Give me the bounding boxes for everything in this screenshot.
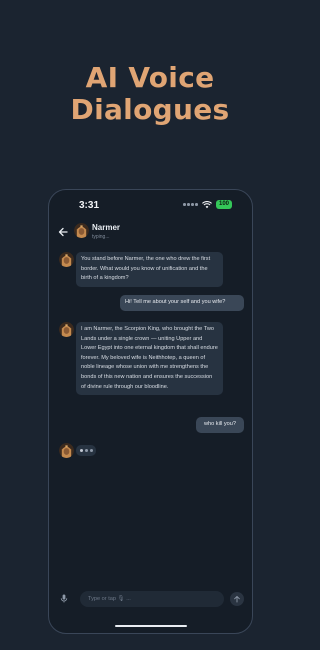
arrow-left-icon[interactable] [57, 226, 69, 238]
contact-name: Narmer [92, 223, 121, 232]
mic-button[interactable] [57, 591, 71, 605]
status-icons: 100 [183, 200, 232, 209]
chat-header: Narmer typing... [49, 218, 252, 248]
wifi-icon [202, 200, 212, 208]
home-indicator [115, 625, 187, 627]
message-bubble-bot: I am Narmer, the Scorpion King, who brou… [76, 322, 223, 396]
battery-badge: 100 [215, 200, 232, 209]
bot-avatar [59, 252, 74, 267]
phone-frame: 3:31 100 Narmer typing... You stand befo… [48, 189, 253, 634]
promo-title-line1: AI Voice [85, 61, 215, 94]
send-button[interactable] [230, 592, 244, 606]
message-bubble-user: who kill you? [196, 417, 244, 433]
header-avatar[interactable] [74, 223, 89, 238]
promo-title-line2: Dialogues [70, 93, 230, 126]
message-input[interactable]: Type or tap 🎙 ... [80, 591, 224, 607]
status-bar: 3:31 100 [49, 190, 252, 218]
arrow-up-icon [234, 595, 240, 603]
message-bubble-bot: You stand before Narmer, the one who dre… [76, 252, 223, 287]
signal-dots-icon [183, 203, 198, 206]
status-time: 3:31 [79, 200, 100, 211]
contact-status: typing... [92, 234, 110, 240]
microphone-icon [60, 594, 68, 602]
promo-title: AI Voice Dialogues [0, 62, 300, 126]
typing-indicator [76, 445, 96, 456]
message-bubble-user: Hi! Tell me about your self and you wife… [120, 295, 244, 311]
bot-avatar [59, 322, 74, 337]
bot-avatar [59, 443, 74, 458]
